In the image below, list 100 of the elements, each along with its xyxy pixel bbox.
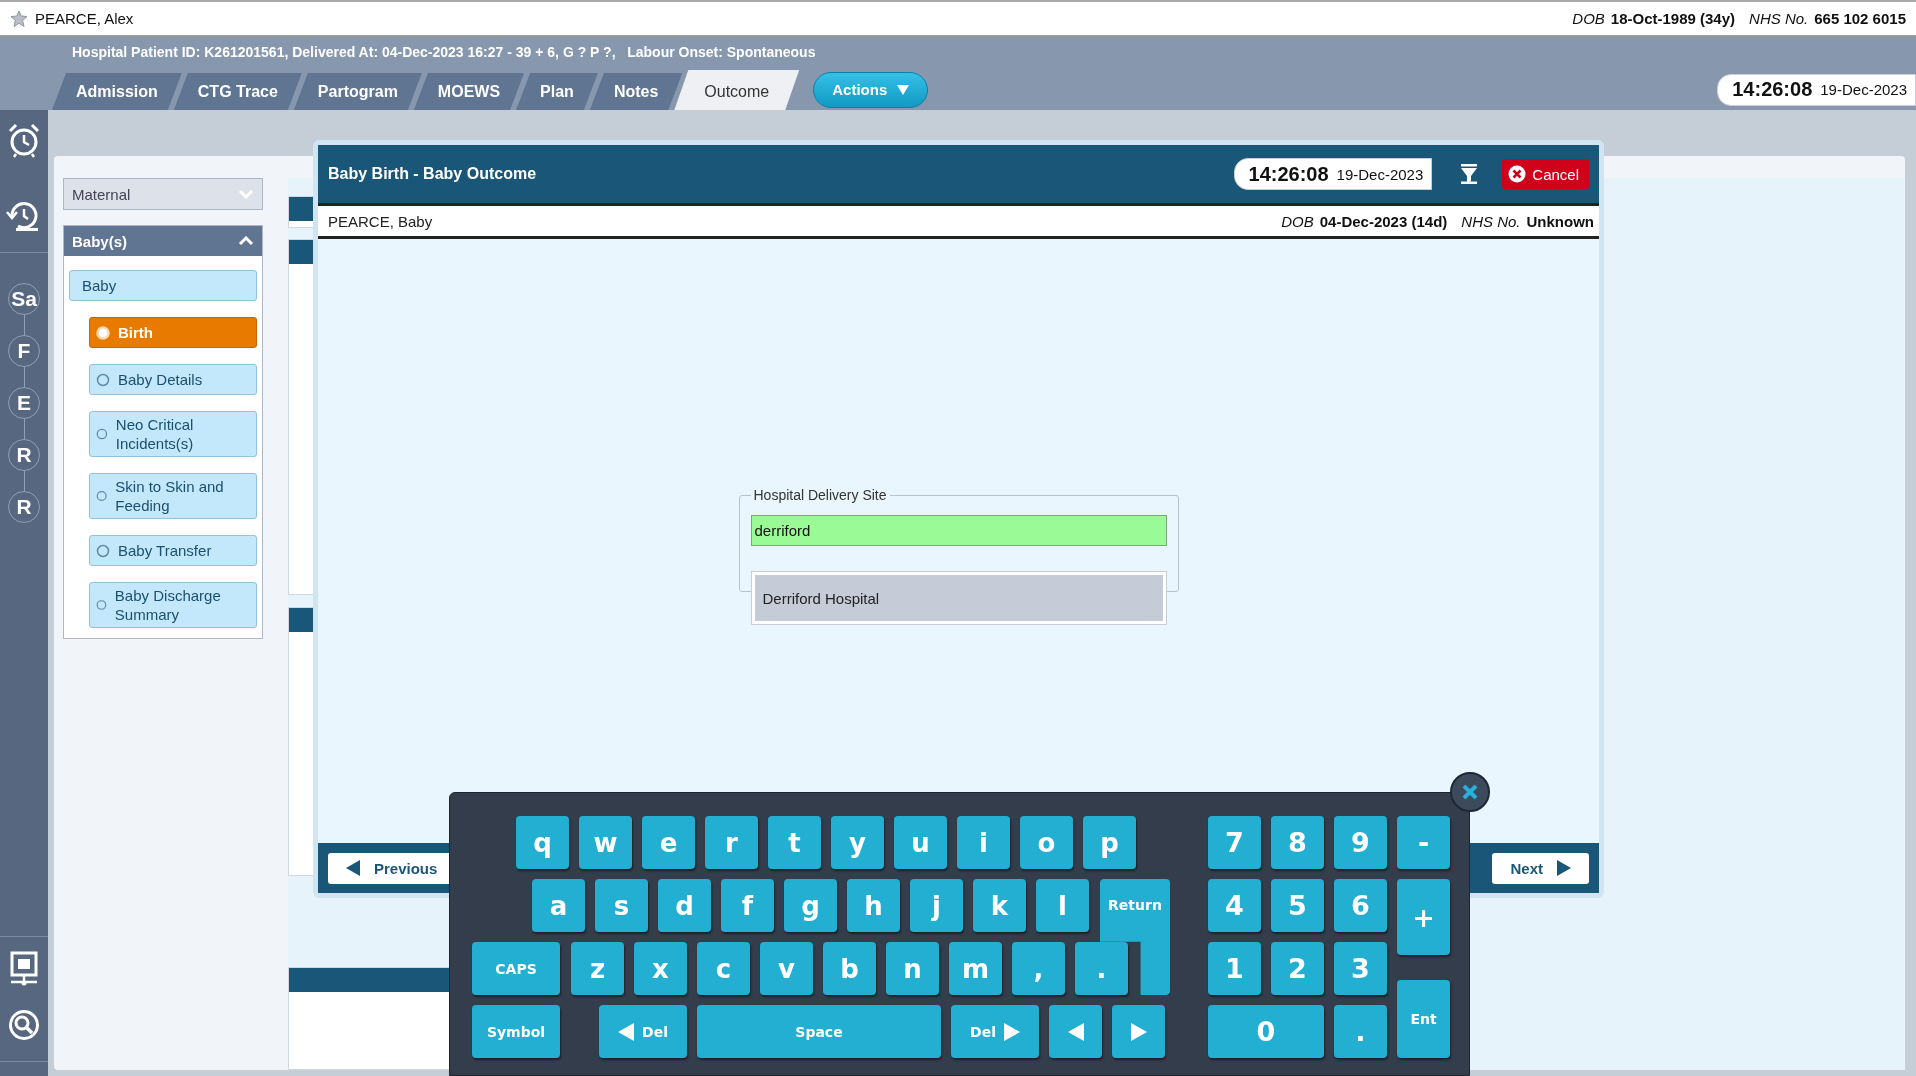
babies-header[interactable]: Baby(s) [64, 226, 262, 256]
key[interactable]: w [579, 816, 632, 869]
radio-icon [96, 427, 108, 441]
key[interactable]: l [1036, 879, 1089, 932]
key[interactable]: CAPS [472, 942, 560, 995]
radio-icon [96, 598, 107, 612]
presentation-icon[interactable] [9, 951, 39, 987]
key[interactable]: Del [951, 1005, 1039, 1058]
nhs-value: Unknown [1526, 212, 1594, 230]
key[interactable]: 6 [1334, 879, 1387, 932]
key[interactable]: j [910, 879, 963, 932]
radio-icon [96, 325, 110, 340]
next-button[interactable]: Next [1492, 852, 1589, 884]
stage-button[interactable]: R [8, 491, 40, 523]
maternal-dropdown[interactable]: Maternal [63, 178, 263, 210]
key[interactable]: Del [599, 1005, 687, 1058]
key[interactable]: 7 [1208, 816, 1261, 869]
tab[interactable]: Notes [589, 73, 683, 110]
key[interactable]: c [697, 942, 750, 995]
key[interactable]: r [705, 816, 758, 869]
cancel-button[interactable]: Cancel [1502, 159, 1589, 189]
section-item[interactable]: Birth [89, 317, 257, 348]
nhs-value: 665 102 6015 [1814, 10, 1906, 27]
key[interactable]: Symbol [472, 1005, 560, 1058]
key[interactable]: d [658, 879, 711, 932]
key[interactable]: e [642, 816, 695, 869]
key[interactable]: . [1075, 942, 1128, 995]
actions-button[interactable]: Actions [813, 71, 929, 108]
key[interactable]: i [957, 816, 1010, 869]
key[interactable]: p [1083, 816, 1136, 869]
key[interactable]: q [516, 816, 569, 869]
filter-icon[interactable] [1460, 164, 1479, 184]
field-label: Hospital Delivery Site [752, 487, 888, 503]
tab[interactable]: CTG Trace [173, 73, 302, 110]
key[interactable]: 8 [1271, 816, 1324, 869]
key[interactable]: + [1397, 879, 1450, 955]
key[interactable]: f [721, 879, 774, 932]
key[interactable]: g [784, 879, 837, 932]
caret-icon [897, 84, 910, 95]
arrow-right-icon [1557, 860, 1571, 876]
arrow-left-icon [1067, 1022, 1084, 1041]
section-item[interactable]: Skin to Skin and Feeding [89, 473, 257, 519]
stage-button[interactable]: E [8, 387, 40, 419]
stage-button[interactable]: Sa [8, 283, 40, 315]
clock-date: 19-Dec-2023 [1820, 81, 1907, 98]
section-item[interactable]: Baby Details [89, 364, 257, 395]
dob-value: 04-Dec-2023 (14d) [1319, 212, 1448, 230]
arrow-left-icon [346, 860, 360, 876]
dob-value: 18-Oct-1989 (34y) [1610, 10, 1736, 27]
key[interactable]: z [571, 942, 624, 995]
key[interactable]: Ent [1397, 980, 1450, 1058]
key[interactable]: , [1012, 942, 1065, 995]
key[interactable] [1049, 1005, 1102, 1058]
tab[interactable]: Admission [52, 73, 182, 110]
key[interactable]: h [847, 879, 900, 932]
section-item[interactable]: Baby Transfer [89, 535, 257, 566]
tab[interactable]: MOEWS [413, 73, 525, 110]
key[interactable]: 9 [1334, 816, 1387, 869]
nhs-label: NHS No. [1461, 212, 1521, 230]
search-field[interactable]: derriford [750, 515, 1167, 546]
stage-button[interactable]: R [8, 439, 40, 471]
key[interactable]: a [532, 879, 585, 932]
key[interactable]: m [949, 942, 1002, 995]
key[interactable]: 0 [1208, 1005, 1324, 1058]
key[interactable]: o [1020, 816, 1073, 869]
key[interactable]: . [1334, 1005, 1387, 1058]
radio-icon [96, 489, 108, 503]
tab[interactable]: Partogram [293, 73, 422, 110]
key[interactable]: u [894, 816, 947, 869]
radio-icon [96, 372, 110, 387]
section-item[interactable]: Baby Discharge Summary [89, 582, 257, 628]
key[interactable]: 3 [1334, 942, 1387, 995]
dob-label: DOB [1572, 10, 1605, 27]
key[interactable]: s [595, 879, 648, 932]
key[interactable] [1112, 1005, 1165, 1058]
search-icon[interactable] [8, 1009, 40, 1041]
stage-button[interactable]: F [8, 335, 40, 367]
key[interactable]: 4 [1208, 879, 1261, 932]
clock-date: 19-Dec-2023 [1336, 165, 1424, 183]
close-icon [1508, 165, 1527, 183]
key[interactable]: v [760, 942, 813, 995]
key[interactable]: - [1397, 816, 1450, 869]
key[interactable]: 2 [1271, 942, 1324, 995]
alarm-clock-icon[interactable] [6, 122, 42, 158]
key[interactable]: 1 [1208, 942, 1261, 995]
key[interactable]: x [634, 942, 687, 995]
close-icon [1462, 784, 1478, 800]
key[interactable]: t [768, 816, 821, 869]
key[interactable]: Space [697, 1005, 941, 1058]
key[interactable]: n [886, 942, 939, 995]
key[interactable]: k [973, 879, 1026, 932]
arrow-left-icon [618, 1022, 635, 1041]
key[interactable]: y [831, 816, 884, 869]
section-item[interactable]: Neo Critical Incidents(s) [89, 411, 257, 457]
tab[interactable]: Plan [516, 73, 598, 110]
suggestion-item[interactable]: Derriford Hospital [754, 575, 1163, 621]
key[interactable]: b [823, 942, 876, 995]
tab[interactable]: Outcome [674, 70, 800, 110]
key[interactable]: 5 [1271, 879, 1324, 932]
baby-item[interactable]: Baby [69, 270, 257, 301]
